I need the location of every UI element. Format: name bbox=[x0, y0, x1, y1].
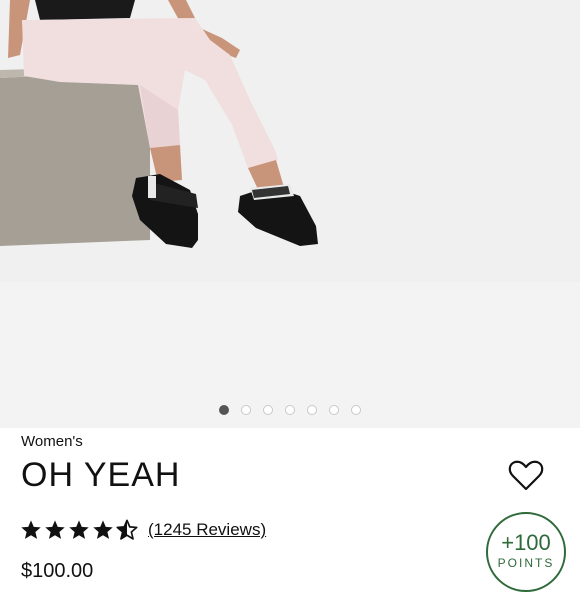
heart-outline-icon bbox=[508, 460, 544, 491]
gallery-dot-1[interactable] bbox=[219, 405, 229, 415]
gallery-dot-6[interactable] bbox=[329, 405, 339, 415]
product-rating: (1245 Reviews) bbox=[20, 518, 266, 542]
gallery-pagination bbox=[0, 405, 580, 415]
star-icon bbox=[21, 520, 41, 539]
product-gender: Women's bbox=[21, 433, 83, 450]
star-icon bbox=[69, 520, 89, 539]
star-half-icon bbox=[116, 519, 138, 540]
star-icon bbox=[45, 520, 65, 539]
star-icon bbox=[93, 520, 113, 539]
favorite-button[interactable] bbox=[508, 458, 544, 492]
gallery-dot-3[interactable] bbox=[263, 405, 273, 415]
product-title: OH YEAH bbox=[21, 456, 181, 494]
product-photo bbox=[0, 0, 580, 282]
gallery-dot-4[interactable] bbox=[285, 405, 295, 415]
points-value: +100 bbox=[501, 530, 551, 555]
rewards-points-badge: +100 POINTS bbox=[486, 512, 566, 592]
gallery-dot-7[interactable] bbox=[351, 405, 361, 415]
points-label: POINTS bbox=[497, 556, 555, 570]
gallery-dot-2[interactable] bbox=[241, 405, 251, 415]
gallery-dot-5[interactable] bbox=[307, 405, 317, 415]
product-image-gallery[interactable] bbox=[0, 0, 580, 428]
reviews-link[interactable]: (1245 Reviews) bbox=[148, 520, 266, 540]
